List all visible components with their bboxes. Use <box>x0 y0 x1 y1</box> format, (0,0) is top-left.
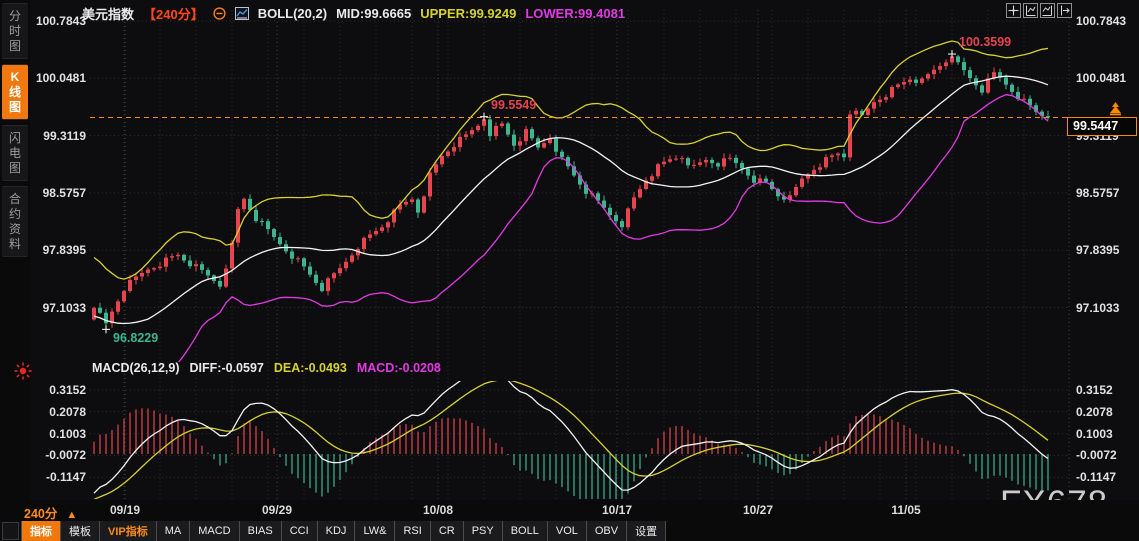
boll-upper-value: UPPER:99.9249 <box>420 6 517 21</box>
toolbar-item-VOL[interactable]: VOL <box>547 521 587 541</box>
period-up-arrow-icon: ▲ <box>66 509 78 521</box>
toolbar-item-BOLL[interactable]: BOLL <box>502 521 548 541</box>
macd-axis-label-right-0: 0.3152 <box>1076 383 1113 397</box>
macd-header: MACD(26,12,9) DIFF:-0.0597 DEA:-0.0493 M… <box>92 361 441 375</box>
toolbar-item-设置[interactable]: 设置 <box>627 521 667 541</box>
boll-settings-label: BOLL(20,2) <box>257 6 328 21</box>
toolbar-item-MACD[interactable]: MACD <box>190 521 240 541</box>
chart-region: 美元指数 【240分】 BOLL(20,2) MID:99.6665 UPPER… <box>30 0 1139 500</box>
price-alert-icon[interactable] <box>14 362 32 380</box>
macd-value: MACD:-0.0208 <box>356 361 441 375</box>
main-chart-canvas[interactable] <box>90 0 1070 500</box>
price-axis-label-left-5: 97.1033 <box>42 300 86 315</box>
time-axis-label-1: 09/29 <box>261 503 293 517</box>
time-axis-label-3: 10/17 <box>601 503 633 517</box>
symbol-title: 美元指数 <box>82 7 135 22</box>
macd-axis-label-left-2: 0.1003 <box>49 426 86 441</box>
last-price-box: 99.5447 <box>1067 117 1137 136</box>
toolbar-item-VIP指标[interactable]: VIP指标 <box>100 521 157 541</box>
extreme-price-annotation-2: 100.3599 <box>959 35 1012 50</box>
toolbar-filler <box>666 521 1139 541</box>
macd-axis-label-left-3: -0.0072 <box>45 448 86 463</box>
toolbar-item-PSY[interactable]: PSY <box>463 521 503 541</box>
left-axis-pane-icon[interactable] <box>1023 3 1038 18</box>
toolbar-item-BIAS[interactable]: BIAS <box>239 521 282 541</box>
boll-mid-value: MID:99.6665 <box>336 6 412 21</box>
extreme-price-annotation-0: 96.8229 <box>113 331 159 346</box>
price-axis-label-left-4: 97.8395 <box>42 243 86 258</box>
macd-axis-label-left-4: -0.1147 <box>45 470 86 485</box>
price-axis-label-right-3: 98.5757 <box>1076 185 1120 200</box>
right-axis-pane-icon[interactable] <box>1040 3 1055 18</box>
toolbar-item-模板[interactable]: 模板 <box>61 521 100 541</box>
toolbar-item-CCI[interactable]: CCI <box>281 521 318 541</box>
macd-dea-value: DEA:-0.0493 <box>273 361 347 375</box>
extreme-price-annotation-1: 99.5549 <box>491 97 537 112</box>
time-axis-label-4: 10/27 <box>742 503 774 517</box>
time-axis-label-2: 10/08 <box>422 503 454 517</box>
toolbar-collapse-button[interactable] <box>2 522 19 540</box>
trading-terminal: 分时图 K线图闪电图合约资料 美元指数 【240分】 BOLL(20,2) MID… <box>0 0 1139 541</box>
sidebar-tab-3[interactable]: 合约资料 <box>2 186 28 257</box>
chart-layout-controls <box>1006 3 1072 18</box>
indicator-chart-icon[interactable] <box>234 7 249 20</box>
toolbar-item-MA[interactable]: MA <box>156 521 191 541</box>
price-axis-label-right-4: 97.8395 <box>1076 243 1120 258</box>
price-axis-label-left-2: 99.3119 <box>43 128 86 143</box>
price-axis-label-left-0: 100.7843 <box>35 14 86 28</box>
toolbar-item-KDJ[interactable]: KDJ <box>317 521 356 541</box>
macd-axis-label-right-2: 0.1003 <box>1076 426 1113 441</box>
macd-axis-label-right-1: 0.2078 <box>1076 404 1113 419</box>
price-axis-label-right-0: 100.7843 <box>1076 14 1127 28</box>
period-selector-label: 240分 <box>24 507 58 521</box>
chart-header: 美元指数 【240分】 BOLL(20,2) MID:99.6665 UPPER… <box>82 4 625 23</box>
price-up-arrow-icon <box>1110 102 1121 116</box>
macd-settings-label: MACD(26,12,9) <box>92 361 180 375</box>
toolbar-item-指标[interactable]: 指标 <box>21 521 61 541</box>
price-axis-label-right-5: 97.1033 <box>1076 300 1120 315</box>
bottom-toolbar: 指标 模板 VIP指标 MA MACD BIAS CCI KDJ LW& RSI CR PSY BOLL… <box>0 521 1139 541</box>
collapse-circle-icon[interactable] <box>213 7 226 20</box>
price-axis-label-left-1: 100.0481 <box>35 71 86 86</box>
toolbar-item-LW&[interactable]: LW& <box>355 521 396 541</box>
toolbar-item-OBV[interactable]: OBV <box>586 521 628 541</box>
sidebar-tab-0[interactable]: 分时图 <box>2 3 28 59</box>
period-label: 【240分】 <box>143 7 204 22</box>
price-axis-label-right-1: 100.0481 <box>1076 71 1127 86</box>
sidebar: 分时图 K线图闪电图合约资料 <box>0 0 30 500</box>
sidebar-tab-1[interactable]: K线图 <box>2 64 28 120</box>
macd-axis-label-left-1: 0.2078 <box>49 404 86 419</box>
time-axis-label-0: 09/19 <box>109 503 141 517</box>
macd-diff-value: DIFF:-0.0597 <box>189 361 264 375</box>
period-selector[interactable]: 240分 ▲ <box>24 503 77 522</box>
macd-axis-label-left-0: 0.3152 <box>49 383 86 397</box>
toolbar-item-CR[interactable]: CR <box>430 521 464 541</box>
boll-lower-value: LOWER:99.4081 <box>525 6 626 21</box>
time-axis-label-5: 11/05 <box>891 503 921 517</box>
move-crosshair-icon[interactable] <box>1006 3 1021 18</box>
time-axis-strip: 240分 ▲ 09/19 09/29 10/08 10/17 10/27 11/05 <box>0 500 1139 521</box>
macd-axis-label-right-4: -0.1147 <box>1076 470 1117 485</box>
sidebar-tab-2[interactable]: 闪电图 <box>2 125 28 181</box>
price-axis-label-left-3: 98.5757 <box>42 185 86 200</box>
toolbar-item-RSI[interactable]: RSI <box>395 521 431 541</box>
macd-axis-label-right-3: -0.0072 <box>1076 448 1117 463</box>
shift-pane-icon[interactable] <box>1057 3 1072 18</box>
